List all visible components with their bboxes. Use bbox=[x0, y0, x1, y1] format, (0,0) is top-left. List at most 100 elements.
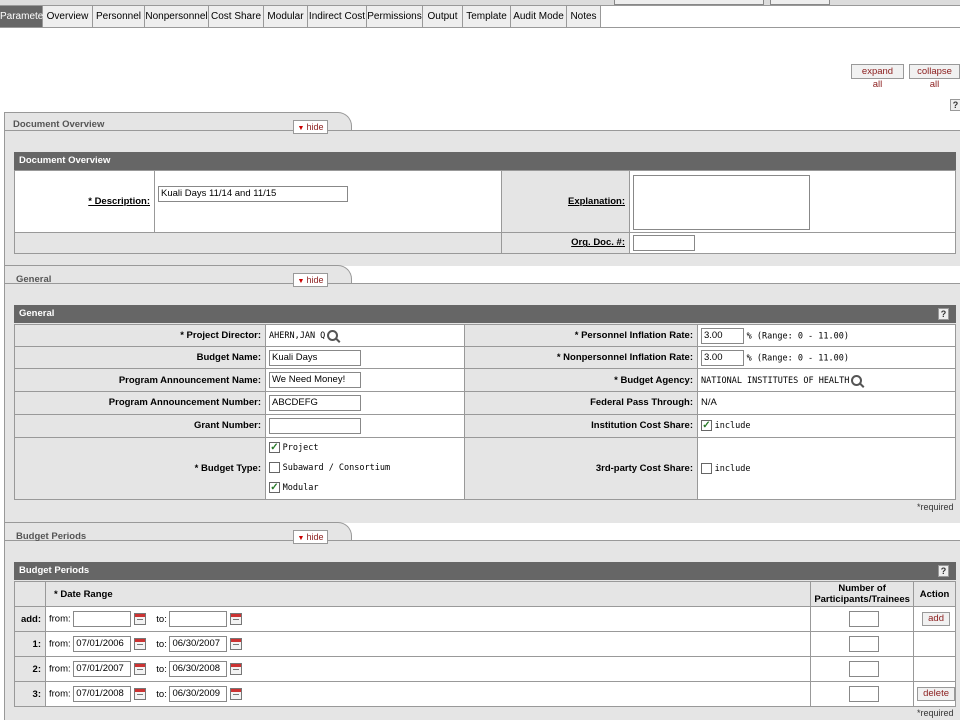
personnel-inflation-label: * Personnel Inflation Rate: bbox=[464, 323, 698, 348]
calendar-icon[interactable] bbox=[134, 613, 147, 625]
participants-cell bbox=[810, 656, 915, 682]
to-date-input[interactable]: 06/30/2009 bbox=[169, 686, 228, 702]
to-date-input[interactable]: 06/30/2008 bbox=[169, 661, 228, 677]
expand-all-button[interactable]: expand all bbox=[851, 64, 904, 90]
budget-type-option-label: Subaward / Consortium bbox=[282, 463, 391, 474]
budget-type-option: ✓ Modular bbox=[269, 478, 464, 498]
tab-cost-share[interactable]: Cost Share bbox=[209, 6, 264, 27]
participants-header-line1: Number of bbox=[838, 583, 886, 594]
tab-notes[interactable]: Notes bbox=[567, 6, 601, 27]
calendar-icon[interactable] bbox=[134, 638, 147, 650]
explanation-label: Explanation: bbox=[567, 195, 625, 207]
calendar-icon[interactable] bbox=[230, 688, 243, 700]
to-date-input[interactable] bbox=[169, 611, 228, 627]
tab-template[interactable]: Template bbox=[463, 6, 511, 27]
from-date-input[interactable] bbox=[73, 611, 132, 627]
date-range-cell: from: to: bbox=[44, 606, 812, 632]
calendar-icon[interactable] bbox=[230, 663, 243, 675]
budget-name-input[interactable]: Kuali Days bbox=[269, 349, 361, 366]
from-date-input[interactable]: 07/01/2007 bbox=[73, 661, 132, 677]
from-label: from: bbox=[49, 613, 71, 625]
from-date-input[interactable]: 07/01/2006 bbox=[73, 636, 132, 652]
explanation-textarea[interactable] bbox=[633, 174, 810, 230]
lookup-magnifier-icon[interactable] bbox=[851, 374, 863, 386]
document-overview-hide-button[interactable]: ▼ hide bbox=[293, 120, 328, 134]
calendar-icon[interactable] bbox=[230, 613, 243, 625]
calendar-icon[interactable] bbox=[134, 663, 147, 675]
tab-nonpersonnel[interactable]: Nonpersonnel bbox=[145, 6, 209, 27]
triangle-down-icon: ▼ bbox=[297, 535, 305, 542]
program-announcement-number-cell: ABCDEFG bbox=[265, 391, 465, 415]
budget-type-option-label: Modular bbox=[282, 483, 319, 494]
org-doc-input[interactable] bbox=[633, 234, 695, 251]
tab-personnel[interactable]: Personnel bbox=[93, 6, 145, 27]
tab-parameters[interactable]: Parameters bbox=[0, 6, 52, 27]
lookup-magnifier-icon[interactable] bbox=[327, 330, 339, 342]
program-announcement-name-label: Program Announcement Name: bbox=[14, 368, 266, 393]
participants-cell bbox=[810, 631, 915, 657]
third-party-cost-share-cell: include bbox=[697, 436, 956, 501]
row-label: 2: bbox=[14, 656, 46, 682]
program-announcement-number-label: Program Announcement Number: bbox=[14, 391, 266, 415]
budget-type-project-checkbox[interactable]: ✓ bbox=[269, 442, 280, 454]
to-label: to: bbox=[156, 638, 167, 650]
project-director-value: AHERN,JAN Q bbox=[269, 331, 326, 342]
participants-input[interactable] bbox=[848, 611, 879, 627]
tab-overview[interactable]: Overview bbox=[43, 6, 93, 27]
budget-periods-help-icon[interactable]: ? bbox=[938, 565, 949, 577]
from-label: from: bbox=[49, 663, 71, 675]
org-doc-label: Org. Doc. #: bbox=[571, 237, 625, 249]
delete-button[interactable]: delete bbox=[917, 687, 955, 701]
calendar-icon[interactable] bbox=[230, 638, 243, 650]
top-tab-stub bbox=[770, 0, 830, 5]
general-header: General bbox=[14, 305, 956, 323]
tab-modular[interactable]: Modular bbox=[264, 6, 308, 27]
hide-label: hide bbox=[306, 122, 324, 132]
tab-indirect-cost[interactable]: Indirect Cost bbox=[308, 6, 367, 27]
top-tab-stub bbox=[614, 0, 764, 5]
add-button[interactable]: add bbox=[922, 612, 950, 626]
third-party-cost-share-checkbox[interactable] bbox=[701, 462, 712, 474]
document-overview-header: Document Overview bbox=[14, 152, 956, 170]
explanation-label-cell: Explanation: bbox=[501, 170, 630, 233]
personnel-inflation-range: % (Range: 0 - 11.00) bbox=[746, 331, 849, 342]
tab-audit-mode[interactable]: Audit Mode bbox=[511, 6, 567, 27]
participants-input[interactable] bbox=[848, 661, 879, 677]
general-hide-button[interactable]: ▼ hide bbox=[293, 273, 328, 287]
nonpersonnel-inflation-range: % (Range: 0 - 11.00) bbox=[746, 353, 849, 364]
budget-type-option: ✓ Project bbox=[269, 438, 464, 458]
program-announcement-name-input[interactable]: We Need Money! bbox=[269, 372, 361, 389]
budget-periods-hide-button[interactable]: ▼ hide bbox=[293, 530, 328, 544]
tab-output[interactable]: Output bbox=[423, 6, 463, 27]
to-label: to: bbox=[156, 663, 167, 675]
third-party-cost-share-text: include bbox=[714, 463, 751, 474]
budget-name-cell: Kuali Days bbox=[265, 346, 465, 370]
collapse-all-button[interactable]: collapse all bbox=[909, 64, 960, 90]
participants-input[interactable] bbox=[848, 636, 879, 652]
nonpersonnel-inflation-input[interactable]: 3.00 bbox=[701, 349, 744, 366]
tab-permissions[interactable]: Permissions bbox=[367, 6, 423, 27]
general-tab-title: General bbox=[16, 274, 52, 285]
institution-cost-share-checkbox[interactable]: ✓ bbox=[701, 420, 712, 432]
description-input[interactable]: Kuali Days 11/14 and 11/15 bbox=[158, 186, 348, 203]
help-icon[interactable]: ? bbox=[950, 99, 960, 111]
from-date-input[interactable]: 07/01/2008 bbox=[73, 686, 132, 702]
participants-header: Number of Participants/Trainees bbox=[810, 581, 915, 607]
budget-name-label: Budget Name: bbox=[14, 346, 266, 370]
budget-type-option-label: Project bbox=[282, 443, 319, 454]
general-table: * Project Director: AHERN,JAN Q * Person… bbox=[14, 323, 956, 501]
row-label: add: bbox=[14, 606, 46, 632]
personnel-inflation-input[interactable]: 3.00 bbox=[701, 327, 744, 344]
participants-cell bbox=[810, 606, 915, 632]
required-note: *required bbox=[917, 502, 954, 512]
calendar-icon[interactable] bbox=[134, 688, 147, 700]
budget-type-subaward-checkbox[interactable] bbox=[269, 462, 280, 474]
project-director-value-cell: AHERN,JAN Q bbox=[265, 323, 465, 348]
general-help-icon[interactable]: ? bbox=[938, 308, 949, 320]
grant-number-input[interactable] bbox=[269, 417, 361, 434]
program-announcement-number-input[interactable]: ABCDEFG bbox=[269, 394, 361, 411]
budget-type-modular-checkbox[interactable]: ✓ bbox=[269, 482, 280, 494]
participants-input[interactable] bbox=[848, 686, 879, 702]
budget-periods-header: Budget Periods bbox=[14, 562, 956, 580]
to-date-input[interactable]: 06/30/2007 bbox=[169, 636, 228, 652]
